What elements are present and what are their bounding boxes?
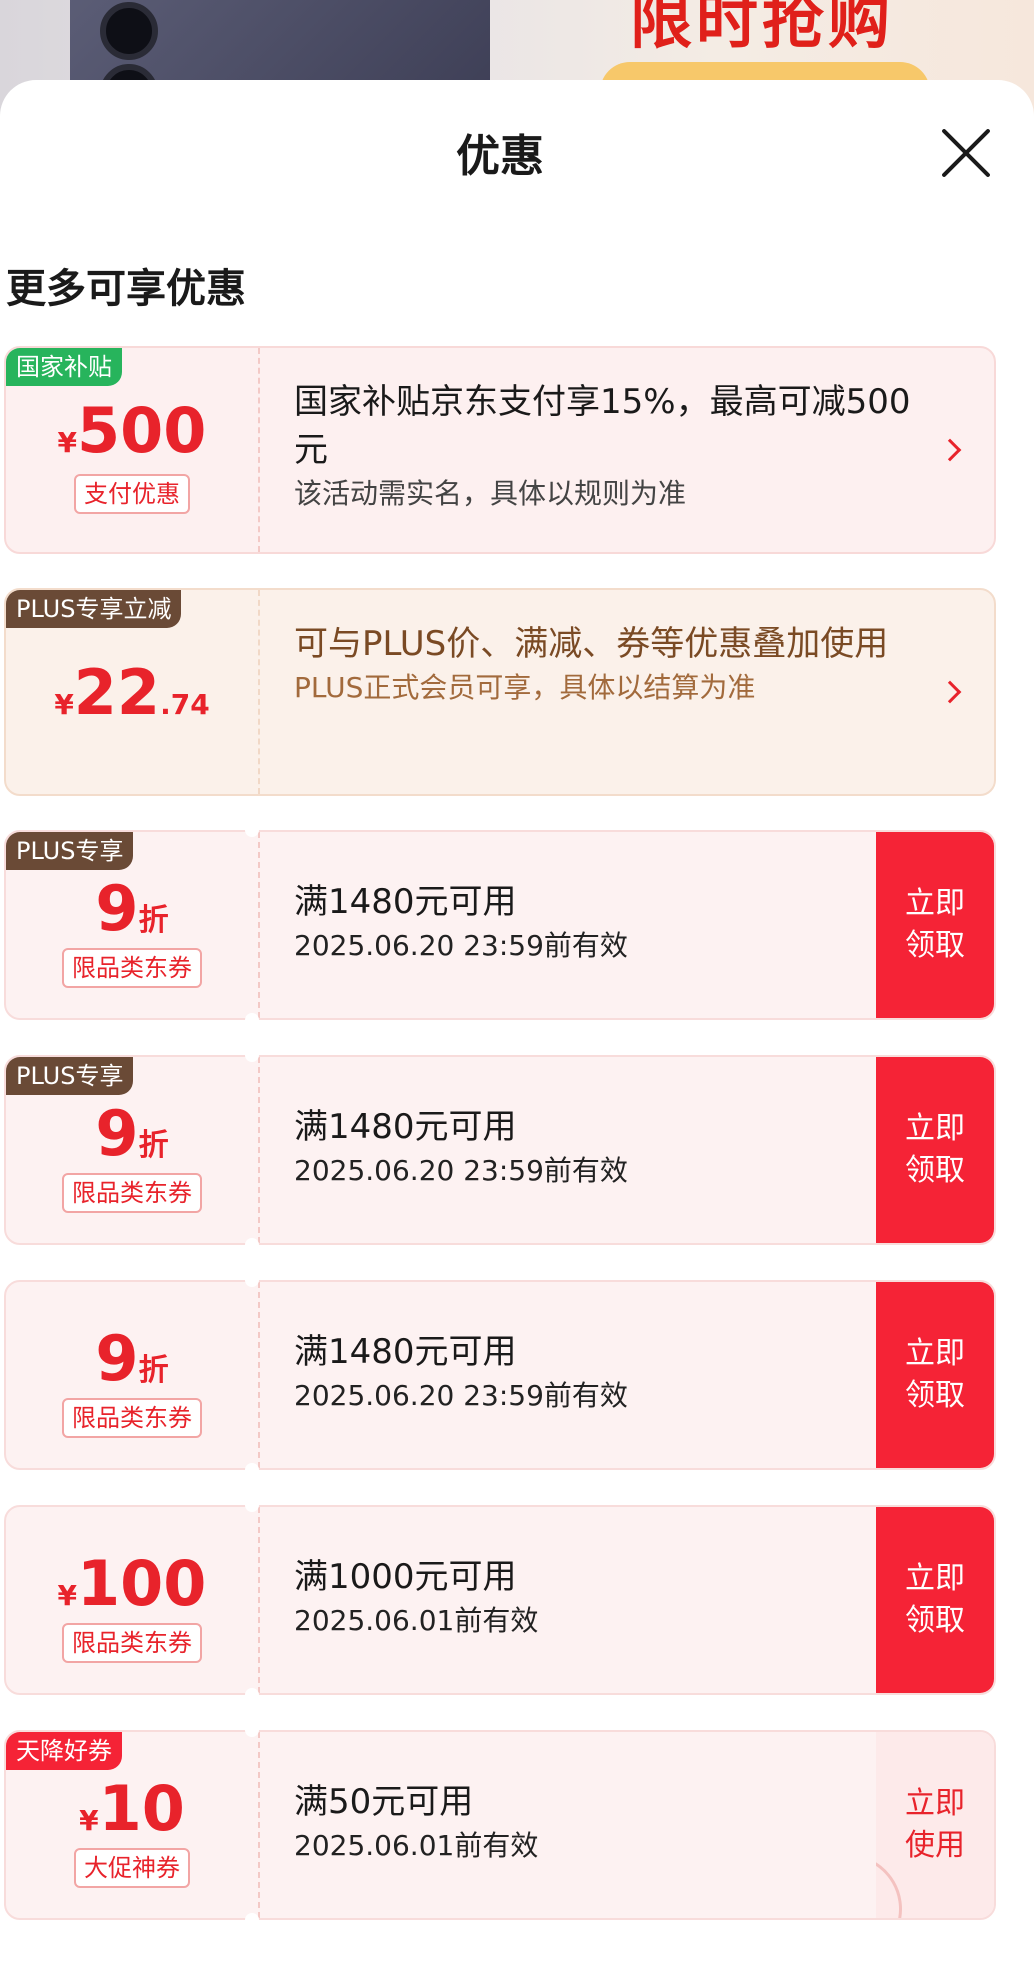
- coupon-card: 天降好券 ¥10 大促神券 满50元可用 2025.06.01前有效 立即 使用 …: [4, 1730, 996, 1920]
- promo-banner-text: 限时抢购: [630, 0, 895, 57]
- coupon-amount: ¥100: [57, 1547, 207, 1620]
- claim-button[interactable]: 立即 领取: [876, 1282, 994, 1468]
- coupon-card: 9折 限品类东券 满1480元可用 2025.06.20 23:59前有效 立即…: [4, 1280, 996, 1470]
- coupon-notch: [245, 1238, 259, 1252]
- promo-desc-text: PLUS正式会员可享，具体以结算为准: [294, 671, 756, 704]
- promo-desc-text: 该活动需实名，具体以规则为准: [294, 477, 687, 510]
- chevron-right-icon[interactable]: [938, 438, 962, 462]
- claim-button[interactable]: 立即 领取: [876, 1507, 994, 1693]
- coupon-card: PLUS专享 9折 限品类东券 满1480元可用 2025.06.20 23:5…: [4, 1055, 996, 1245]
- promo-main-text: 国家补贴京东支付享15%，最高可减500元: [294, 382, 911, 470]
- coupon-notch: [245, 823, 259, 837]
- promo-main-text: 可与PLUS价、满减、券等优惠叠加使用: [294, 624, 889, 664]
- coupon-notch: [245, 1463, 259, 1477]
- promo-amount-area: 国家补贴 ¥500 支付优惠: [6, 348, 258, 552]
- coupon-threshold: 满50元可用: [294, 1782, 474, 1822]
- promo-tag: 天降好券: [6, 1732, 122, 1770]
- coupon-type-badge: 限品类东券: [62, 948, 202, 988]
- coupon-notch: [245, 1913, 259, 1927]
- camera-lens-icon: [100, 2, 158, 60]
- promo-type-badge: 支付优惠: [74, 474, 190, 514]
- coupon-expiry: 2025.06.01前有效: [294, 1604, 539, 1637]
- promo-amount-area: PLUS专享立减 ¥22.74: [6, 590, 258, 794]
- coupon-discount: 9折: [95, 872, 169, 945]
- claim-button[interactable]: 立即 领取: [876, 1057, 994, 1243]
- promo-card-plus[interactable]: PLUS专享立减 ¥22.74 可与PLUS价、满减、券等优惠叠加使用 PLUS…: [4, 588, 996, 796]
- promo-text: 国家补贴京东支付享15%，最高可减500元 该活动需实名，具体以规则为准: [294, 378, 914, 514]
- coupon-notch: [245, 1048, 259, 1062]
- coupon-type-badge: 限品类东券: [62, 1623, 202, 1663]
- coupon-text: 满1000元可用 2025.06.01前有效: [294, 1553, 538, 1641]
- section-title: 更多可享优惠: [6, 266, 246, 312]
- plus-tag: PLUS专享: [6, 832, 134, 870]
- coupon-card: ¥100 限品类东券 满1000元可用 2025.06.01前有效 立即 领取: [4, 1505, 996, 1695]
- coupon-expiry: 2025.06.20 23:59前有效: [294, 1379, 628, 1412]
- coupon-threshold: 满1480元可用: [294, 882, 517, 922]
- close-icon[interactable]: [936, 124, 996, 184]
- coupon-notch: [245, 1723, 259, 1737]
- coupon-discount: 9折: [95, 1322, 169, 1395]
- coupon-notch: [245, 1498, 259, 1512]
- coupon-notch: [245, 1273, 259, 1287]
- coupon-expiry: 2025.06.20 23:59前有效: [294, 929, 628, 962]
- coupon-notch: [245, 1013, 259, 1027]
- claim-button[interactable]: 立即 领取: [876, 832, 994, 1018]
- plus-tag: PLUS专享: [6, 1057, 134, 1095]
- plus-tag: PLUS专享立减: [6, 590, 182, 628]
- promo-amount: ¥22.74: [54, 656, 210, 729]
- promo-amount: ¥500: [57, 394, 207, 467]
- coupon-discount: 9折: [95, 1097, 169, 1170]
- coupon-type-badge: 限品类东券: [62, 1398, 202, 1438]
- coupon-type-badge: 大促神券: [74, 1848, 190, 1888]
- coupon-threshold: 满1000元可用: [294, 1557, 517, 1597]
- coupon-expiry: 2025.06.20 23:59前有效: [294, 1154, 628, 1187]
- coupon-text: 满50元可用 2025.06.01前有效: [294, 1778, 538, 1866]
- chevron-right-icon[interactable]: [938, 680, 962, 704]
- promo-card-subsidy[interactable]: 国家补贴 ¥500 支付优惠 国家补贴京东支付享15%，最高可减500元 该活动…: [4, 346, 996, 554]
- coupon-expiry: 2025.06.01前有效: [294, 1829, 539, 1862]
- coupon-notch: [245, 1688, 259, 1702]
- subsidy-tag: 国家补贴: [6, 348, 122, 386]
- promo-text: 可与PLUS价、满减、券等优惠叠加使用 PLUS正式会员可享，具体以结算为准: [294, 620, 914, 708]
- coupon-text: 满1480元可用 2025.06.20 23:59前有效: [294, 1103, 628, 1191]
- coupon-amount: ¥10: [79, 1772, 185, 1845]
- coupon-threshold: 满1480元可用: [294, 1332, 517, 1372]
- sheet-title: 优惠: [456, 131, 544, 182]
- coupon-text: 满1480元可用 2025.06.20 23:59前有效: [294, 878, 628, 966]
- coupon-text: 满1480元可用 2025.06.20 23:59前有效: [294, 1328, 628, 1416]
- coupon-threshold: 满1480元可用: [294, 1107, 517, 1147]
- coupon-card: PLUS专享 9折 限品类东券 满1480元可用 2025.06.20 23:5…: [4, 830, 996, 1020]
- coupon-type-badge: 限品类东券: [62, 1173, 202, 1213]
- use-button[interactable]: 立即使用 已领: [876, 1732, 994, 1918]
- coupon-sheet: 优惠 更多可享优惠 国家补贴 ¥500 支付优惠 国家补贴京东支付享15%，最高…: [0, 80, 1034, 1961]
